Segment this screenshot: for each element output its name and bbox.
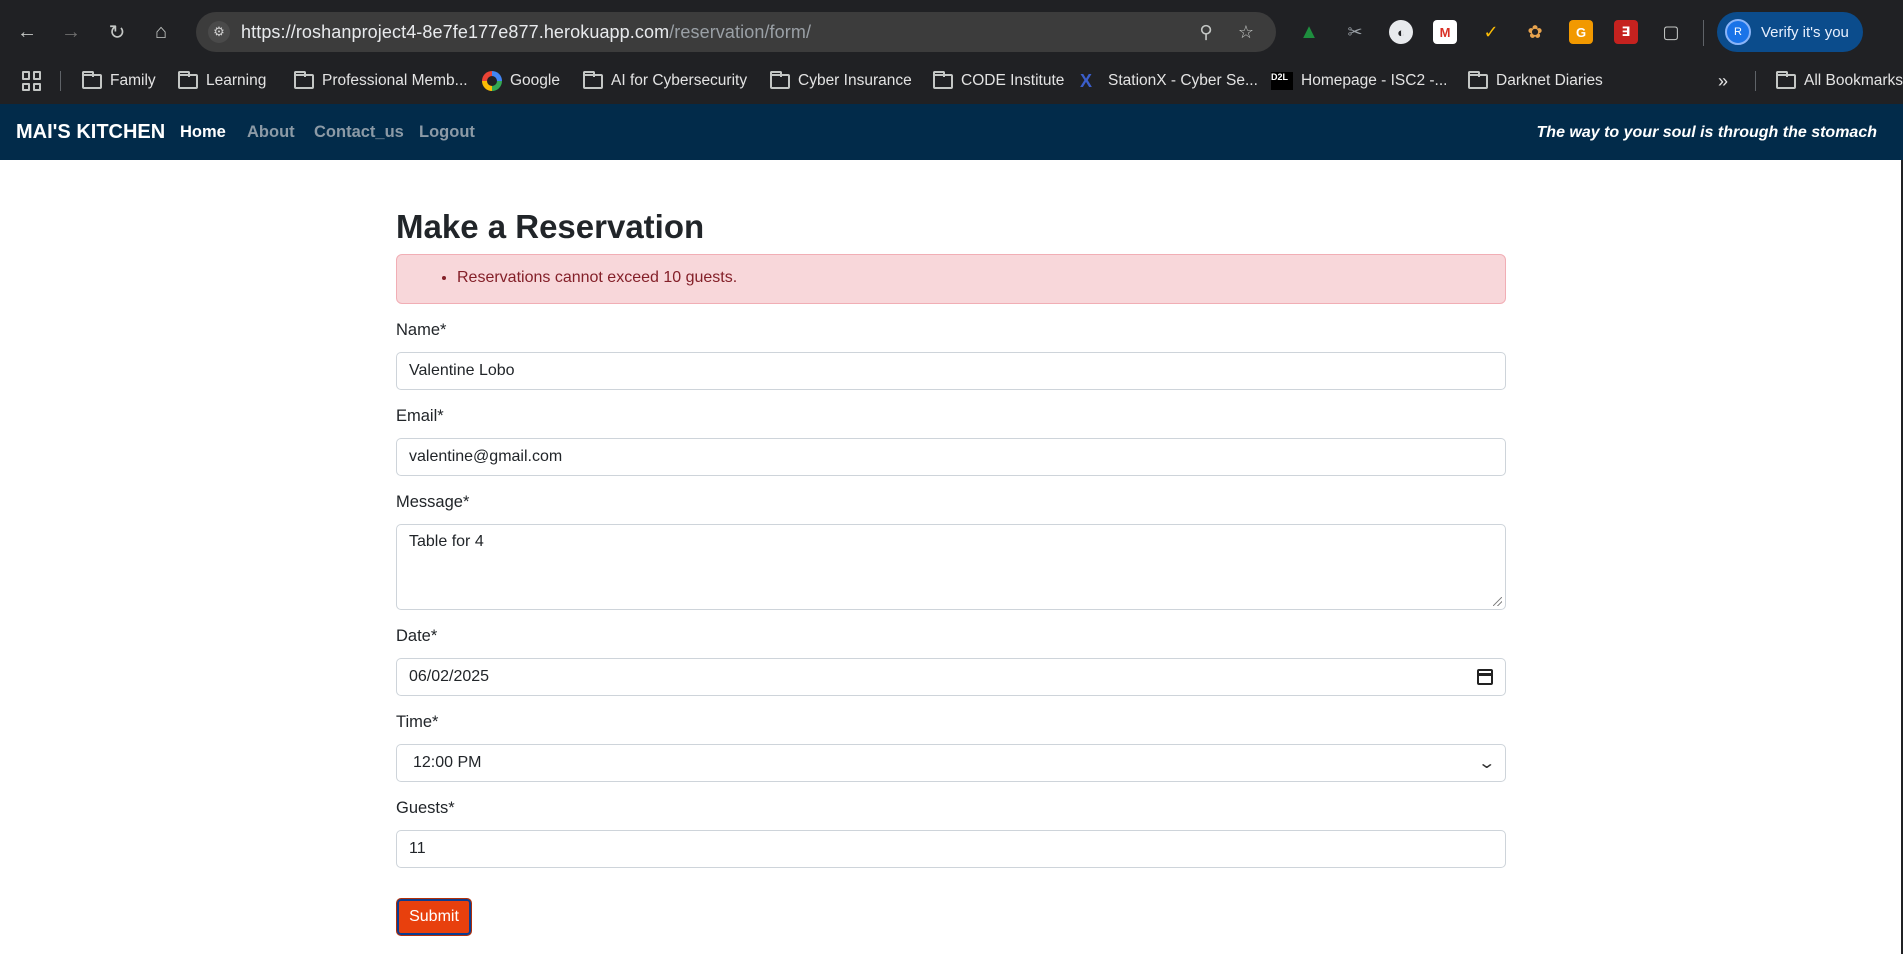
submit-button[interactable]: Submit [396,898,472,936]
home-icon[interactable]: ⌂ [146,17,176,47]
browser-toolbar: ← → ↻ ⌂ ⚙ https://roshanproject4-8e7fe17… [0,0,1903,64]
nav-contact-us[interactable]: Contact_us [314,123,404,142]
privacy-extension-icon[interactable]: ◐ [1389,20,1413,44]
folder-icon [933,70,953,89]
message-textarea[interactable]: Table for 4 [396,524,1506,610]
bookmark-star-icon[interactable]: ☆ [1234,20,1258,44]
toolbar-divider [1703,20,1704,46]
grammar-extension-icon[interactable]: ✓ [1479,20,1503,44]
mcafee-extension-icon[interactable]: M [1433,20,1457,44]
nav-home[interactable]: Home [180,123,226,142]
bookmark-google[interactable]: Google [482,67,560,95]
cookie-extension-icon[interactable]: ✿ [1523,20,1547,44]
reload-icon[interactable]: ↻ [102,17,132,47]
bookmark-divider [60,71,61,91]
bookmark-professional[interactable]: Professional Memb... [294,67,468,95]
name-field[interactable]: Valentine Lobo [396,352,1506,390]
bookmark-isc2[interactable]: D2L Homepage - ISC2 -... [1271,67,1447,95]
chevron-down-icon: ⌄ [1476,755,1496,772]
message-label: Message* [396,493,470,511]
stationx-icon: X [1080,71,1093,91]
folder-icon [82,70,102,89]
date-field[interactable]: 06/02/2025 [396,658,1506,696]
nav-about[interactable]: About [247,123,295,142]
pdf-extension-icon[interactable]: ∃ [1614,20,1638,44]
site-info-icon[interactable]: ⚙ [208,21,230,43]
back-icon[interactable]: ← [12,17,42,47]
verify-label: Verify it's you [1761,23,1849,41]
tree-extension-icon[interactable]: ▲ [1297,20,1321,44]
email-label: Email* [396,407,444,425]
site-tagline: The way to your soul is through the stom… [1536,124,1877,141]
scissors-extension-icon[interactable]: ✂ [1343,20,1367,44]
folder-icon [770,70,790,89]
bookmark-learning[interactable]: Learning [178,67,266,95]
g-extension-icon[interactable]: G [1569,20,1593,44]
folder-icon [583,70,603,89]
google-icon [482,71,502,91]
folder-icon [178,70,198,89]
folder-icon [1776,70,1796,89]
guests-field[interactable]: 11 [396,830,1506,868]
time-select[interactable]: 12:00 PM ⌄ [396,744,1506,782]
all-bookmarks[interactable]: All Bookmarks [1776,67,1903,95]
email-field[interactable]: valentine@gmail.com [396,438,1506,476]
name-label: Name* [396,321,447,339]
more-bookmarks-chevron-icon[interactable]: » [1718,67,1728,95]
bookmark-family[interactable]: Family [82,67,156,95]
error-alert: Reservations cannot exceed 10 guests. [396,254,1506,304]
site-navbar: MAI'S KITCHEN Home About Contact_us Logo… [0,104,1903,160]
bookmark-code-institute[interactable]: CODE Institute [933,67,1064,95]
forward-icon[interactable]: → [56,17,86,47]
site-brand[interactable]: MAI'S KITCHEN [16,121,165,144]
bookmark-ai-cybersecurity[interactable]: AI for Cybersecurity [583,67,747,95]
extensions-puzzle-icon[interactable]: ▢ [1659,20,1683,44]
apps-grid-icon[interactable] [22,67,42,95]
bookmark-darknet-diaries[interactable]: Darknet Diaries [1468,67,1603,95]
url-text[interactable]: https://roshanproject4-8e7fe177e877.hero… [241,22,811,43]
calendar-icon[interactable] [1477,669,1493,685]
zoom-icon[interactable]: ⚲ [1194,20,1218,44]
bookmark-stationx[interactable]: X StationX - Cyber Se... [1080,67,1258,95]
resize-handle-icon[interactable] [1493,597,1502,606]
guests-label: Guests* [396,799,455,817]
address-bar[interactable]: ⚙ https://roshanproject4-8e7fe177e877.he… [196,12,1276,52]
folder-icon [294,70,314,89]
bookmark-divider [1755,71,1756,91]
bookmark-cyber-insurance[interactable]: Cyber Insurance [770,67,912,95]
time-label: Time* [396,713,439,731]
d2l-icon: D2L [1271,72,1293,90]
nav-logout[interactable]: Logout [419,123,475,142]
date-label: Date* [396,627,438,645]
profile-verify-button[interactable]: R Verify it's you [1717,12,1863,52]
profile-avatar: R [1725,19,1751,45]
error-message: Reservations cannot exceed 10 guests. [457,269,737,287]
folder-icon [1468,70,1488,89]
page-title: Make a Reservation [396,208,705,245]
